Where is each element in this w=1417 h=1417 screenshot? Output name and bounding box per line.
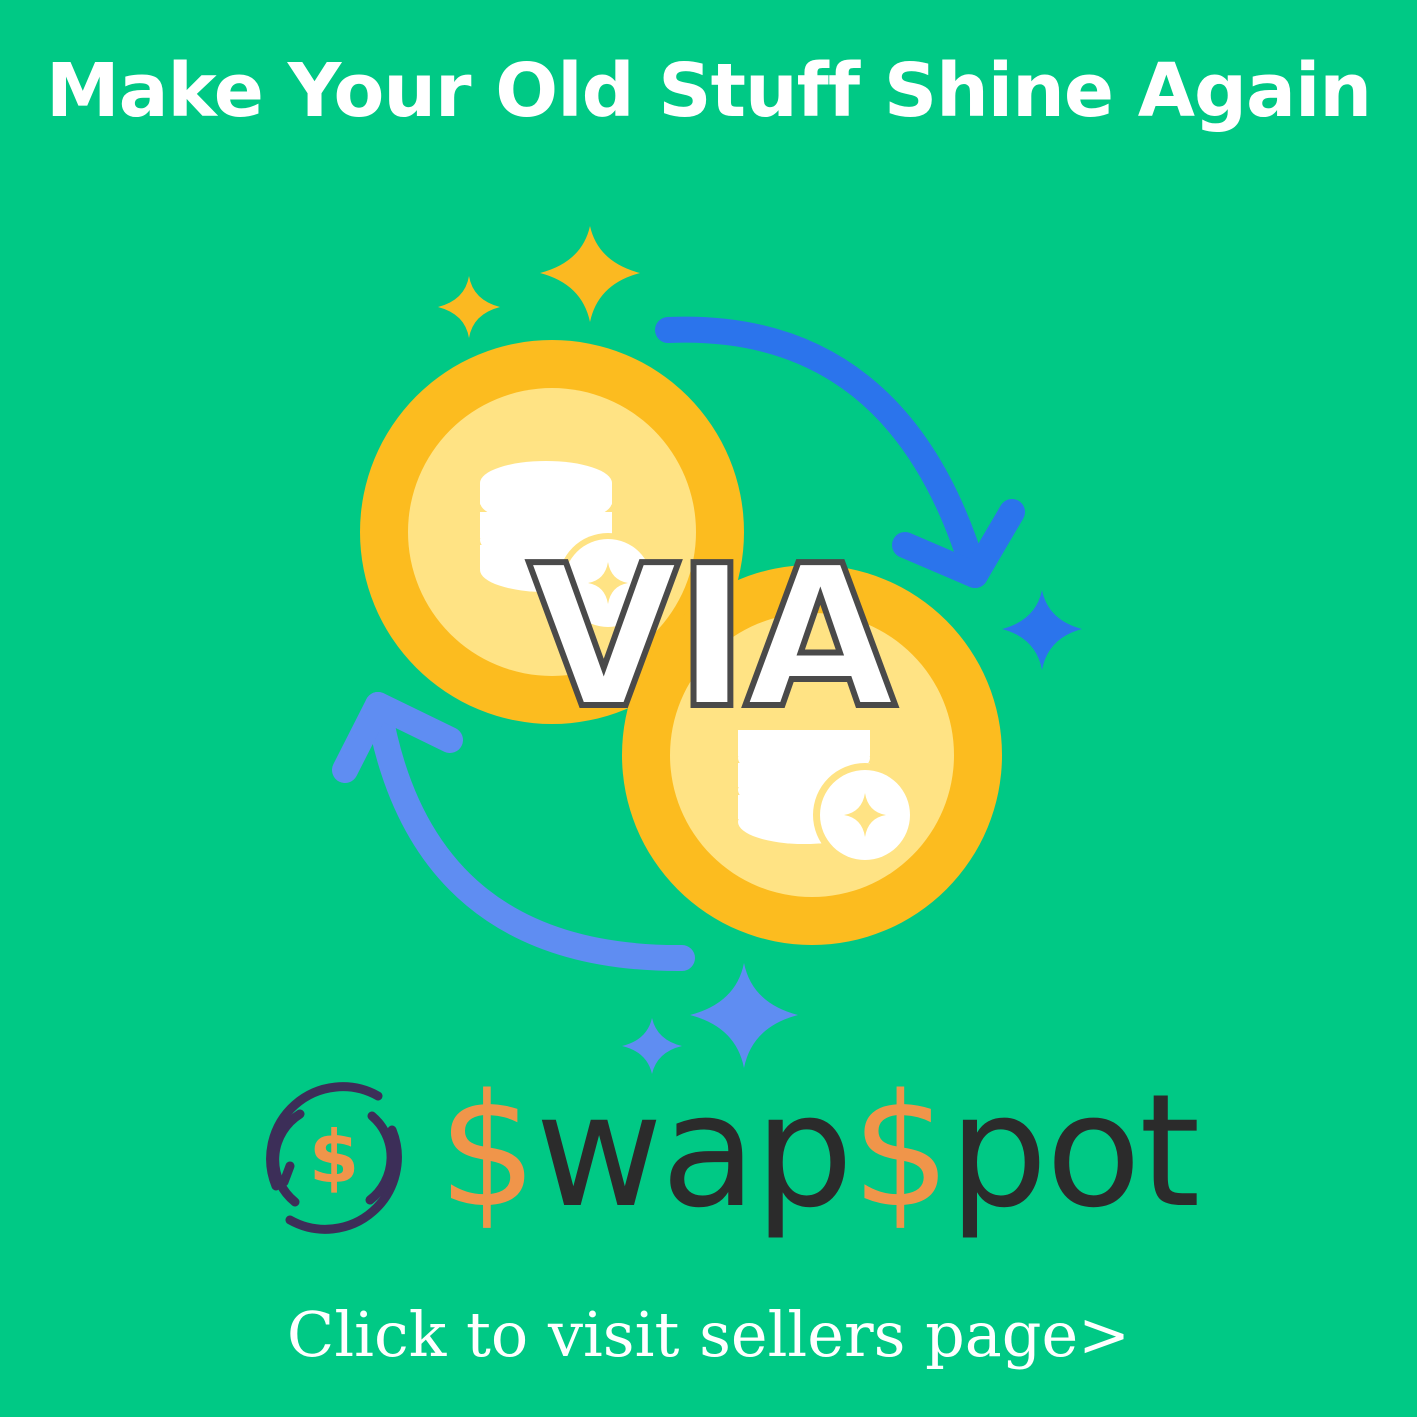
brand-wordmark: $wap$pot	[438, 1065, 1200, 1238]
brand-word-1: wap	[535, 1060, 853, 1242]
logo-dollar: $	[309, 1115, 359, 1199]
brand-word-2: pot	[948, 1060, 1201, 1242]
swapspot-logo-icon: $	[266, 1082, 402, 1234]
sparkle-icon	[540, 226, 640, 322]
ad-banner[interactable]: Make Your Old Stuff Shine Again VIA $ $w…	[0, 0, 1417, 1417]
sparkle-icon	[438, 276, 500, 338]
brand-dollar-1: $	[438, 1060, 537, 1242]
visit-sellers-link[interactable]: Click to visit sellers page>	[0, 1298, 1417, 1371]
via-label: VIA	[525, 524, 899, 752]
sparkle-icon	[690, 963, 798, 1068]
sparkle-icon	[1002, 590, 1082, 670]
brand-dollar-2: $	[851, 1060, 950, 1242]
